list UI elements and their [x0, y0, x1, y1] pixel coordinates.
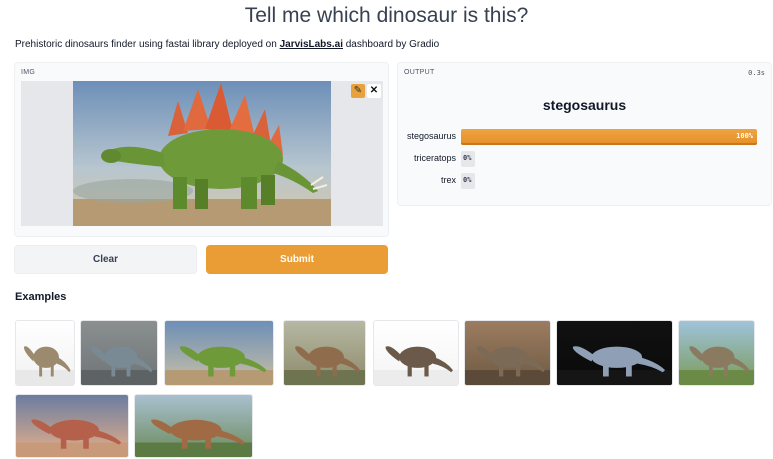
- confidence-row: triceratops 0%: [398, 151, 771, 167]
- parasaurolophus-dark-image[interactable]: [556, 320, 673, 386]
- output-label: OUTPUT: [404, 69, 435, 76]
- confidence-row: stegosaurus 100%: [398, 129, 771, 145]
- stegosaurus-image[interactable]: [164, 320, 274, 386]
- page-description: Prehistoric dinosaurs finder using fasta…: [15, 39, 439, 50]
- predicted-label: stegosaurus: [542, 97, 627, 113]
- trex-image[interactable]: [373, 320, 459, 386]
- brachiosaurus-image[interactable]: [15, 320, 75, 386]
- confidence-row: trex 0%: [398, 173, 771, 189]
- trex-forest-image[interactable]: [134, 394, 253, 458]
- pteranodon-image[interactable]: [15, 394, 129, 458]
- image-input-panel: IMG ✎ ✕: [14, 62, 389, 237]
- confidence-track: 0%: [461, 173, 757, 189]
- triceratops-image[interactable]: [464, 320, 551, 386]
- timing-badge: 0.3s: [748, 69, 765, 77]
- confidence-label: stegosaurus: [406, 131, 456, 141]
- confidence-label: trex: [440, 175, 456, 185]
- uploaded-stegosaurus-image: [73, 81, 331, 226]
- page-title: Tell me which dinosaur is this?: [244, 4, 529, 27]
- description-prefix: Prehistoric dinosaurs finder using fasta…: [15, 39, 280, 50]
- confidence-bar: [461, 129, 757, 145]
- confidence-percent: 0%: [463, 176, 472, 184]
- clear-button[interactable]: Clear: [14, 245, 197, 274]
- confidence-track: 100%: [461, 129, 757, 145]
- parasaurolophus-image[interactable]: [80, 320, 158, 386]
- image-upload-area[interactable]: ✎ ✕: [21, 81, 383, 226]
- examples-title: Examples: [15, 291, 67, 303]
- confidence-label: triceratops: [413, 153, 456, 163]
- stegosaurus-forest-image[interactable]: [283, 320, 366, 386]
- jarvislabs-link[interactable]: JarvisLabs.ai: [280, 39, 343, 50]
- submit-button[interactable]: Submit: [206, 245, 388, 274]
- brachiosaurus-herd-image[interactable]: [678, 320, 755, 386]
- confidence-percent: 100%: [736, 132, 753, 140]
- description-suffix: dashboard by Gradio: [342, 39, 440, 50]
- confidence-percent: 0%: [463, 154, 472, 162]
- close-icon[interactable]: ✕: [367, 84, 381, 98]
- output-panel: OUTPUT 0.3s stegosaurus stegosaurus 100% t…: [397, 62, 772, 206]
- pencil-icon[interactable]: ✎: [351, 84, 365, 98]
- input-label: IMG: [21, 69, 36, 76]
- confidence-track: 0%: [461, 151, 757, 167]
